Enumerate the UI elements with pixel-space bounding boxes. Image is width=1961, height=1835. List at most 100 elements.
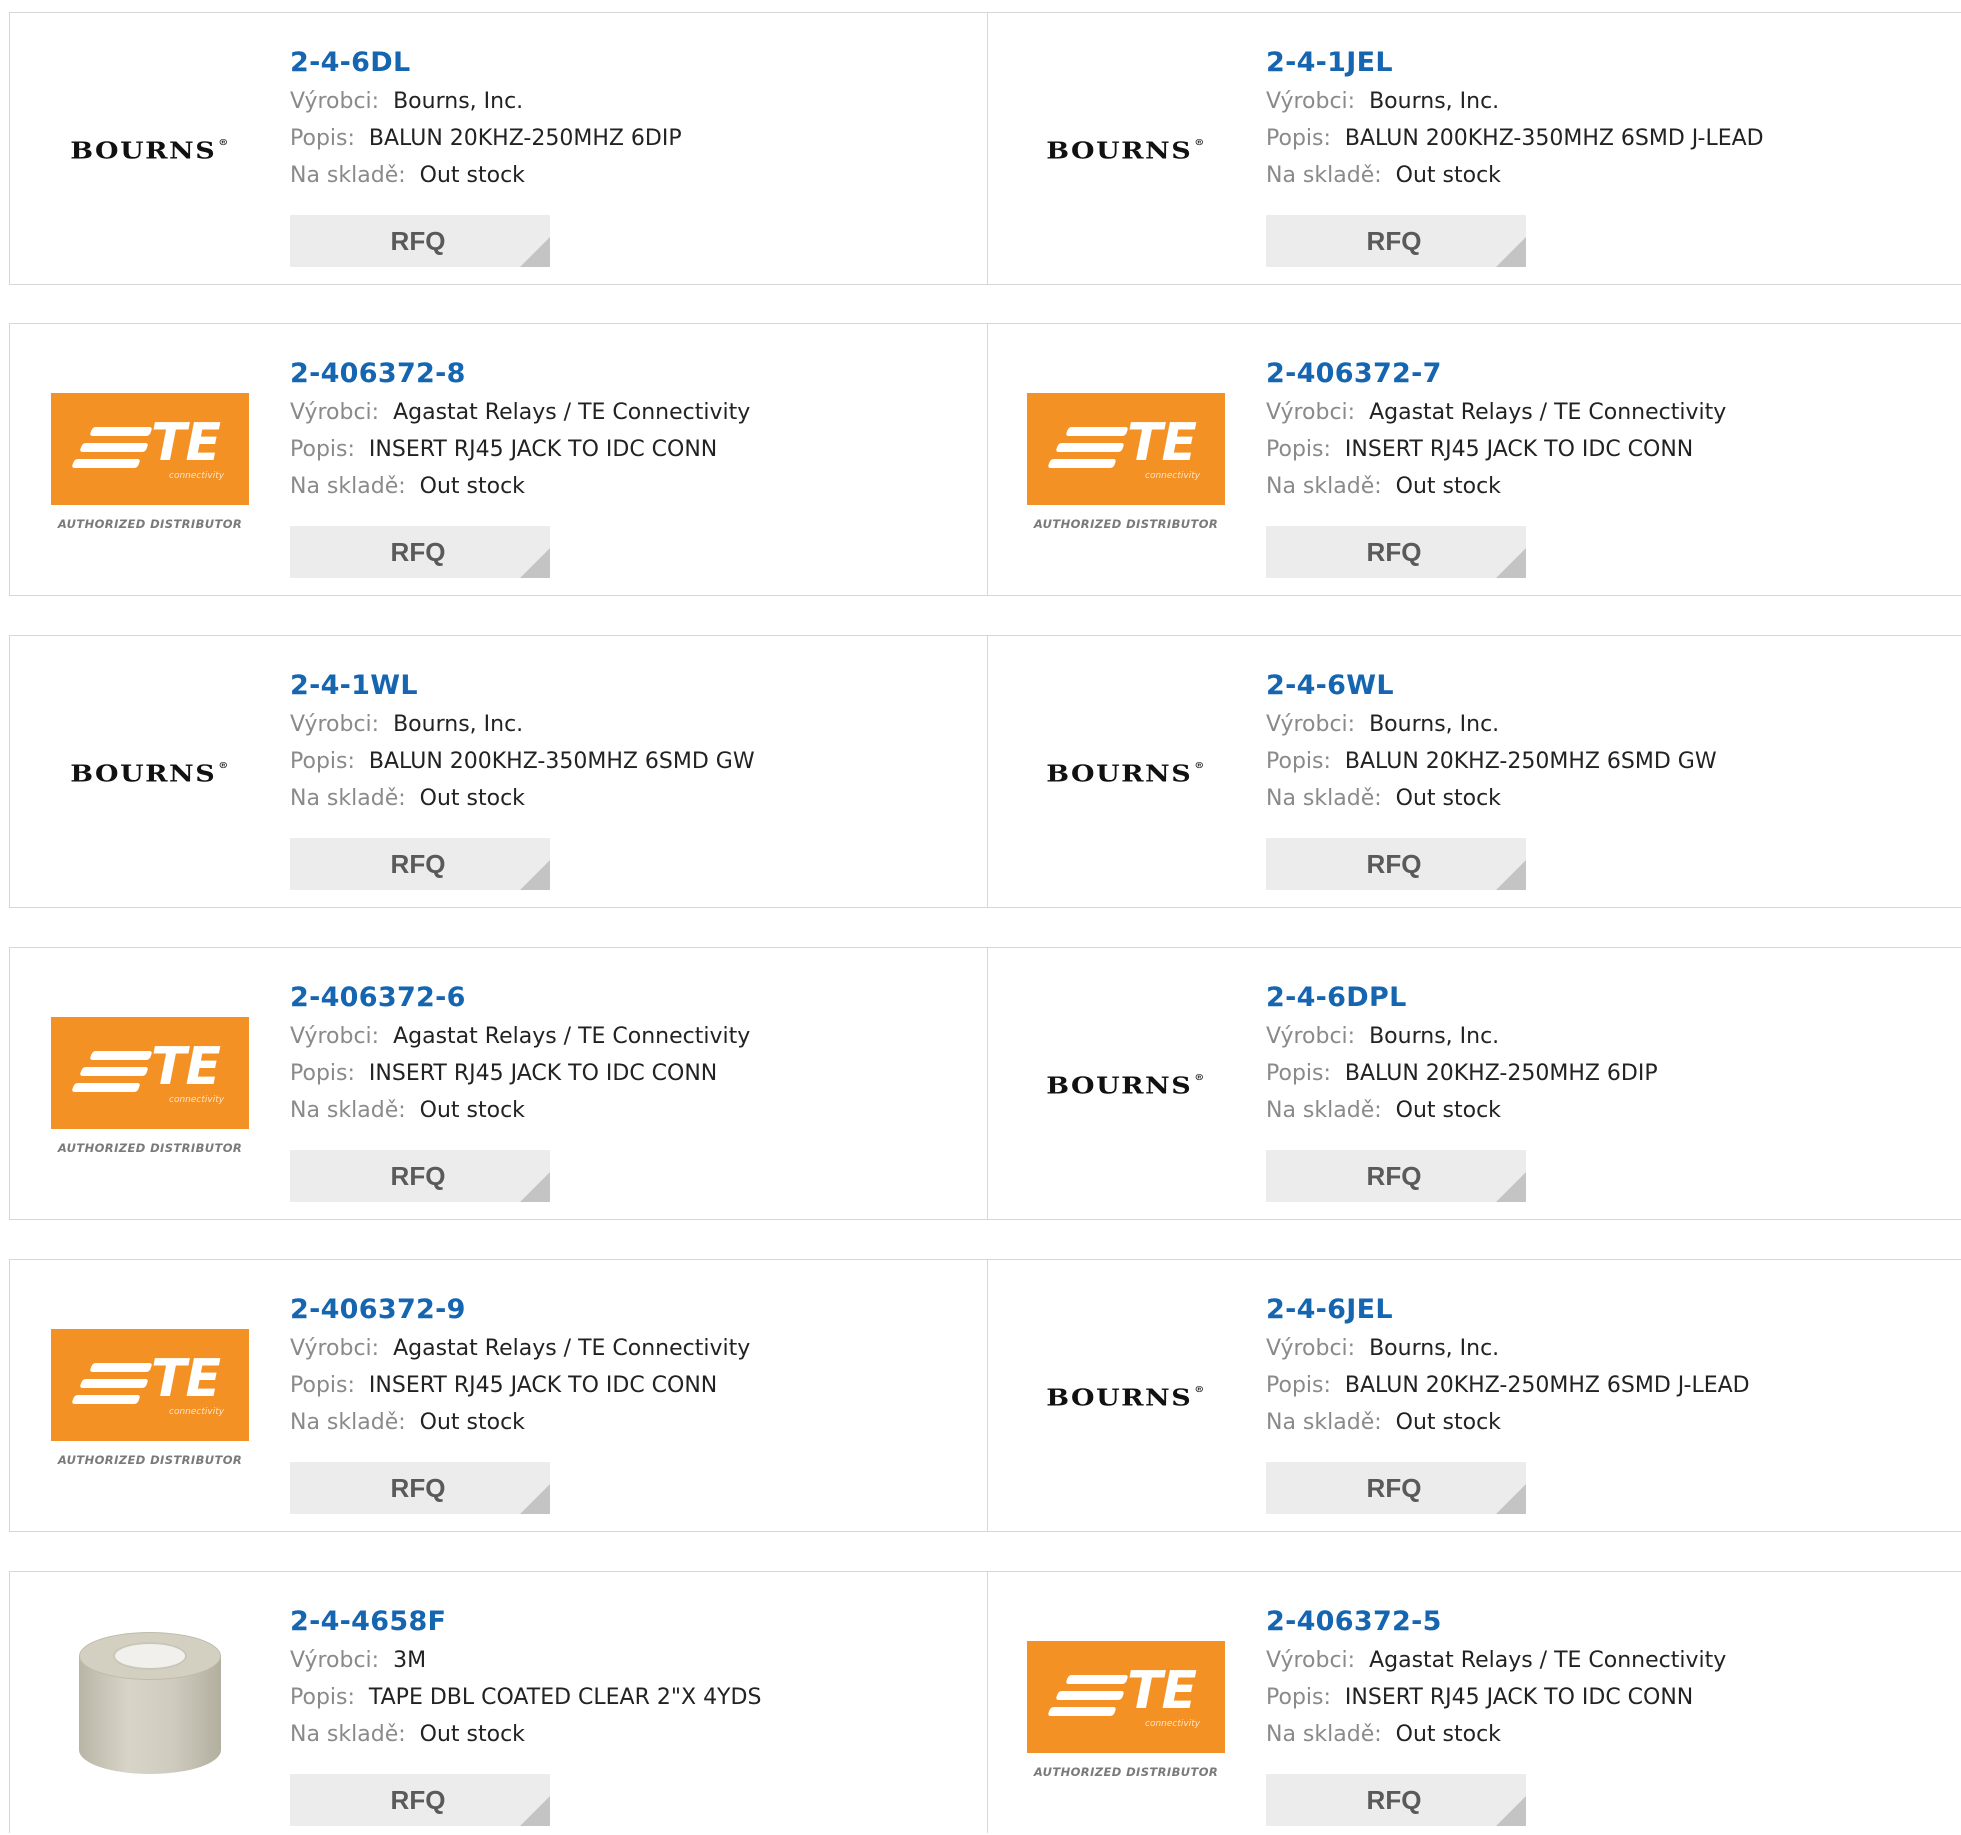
manufacturer-label: Výrobci: bbox=[1266, 1648, 1356, 1673]
part-number-link[interactable]: 2-406372-6 bbox=[290, 978, 750, 1018]
stock-row: Na skladě: Out stock bbox=[1266, 780, 1717, 817]
part-number-link[interactable]: 2-4-6DL bbox=[290, 43, 682, 83]
rfq-button[interactable]: RFQ bbox=[1266, 1150, 1526, 1202]
te-connectivity-logo: TE connectivity AUTHORIZED DISTRIBUTOR bbox=[51, 1017, 249, 1155]
manufacturer-row: Výrobci: Bourns, Inc. bbox=[290, 83, 682, 120]
product-info: 2-4-6JEL Výrobci: Bourns, Inc. Popis: BALU… bbox=[1266, 1290, 1750, 1441]
manufacturer-value: Bourns, Inc. bbox=[1369, 712, 1500, 737]
description-row: Popis: BALUN 200KHZ-350MHZ 6SMD J-LEAD bbox=[1266, 120, 1764, 157]
description-label: Popis: bbox=[290, 1685, 355, 1710]
part-number-link[interactable]: 2-4-6DPL bbox=[1266, 978, 1658, 1018]
product-row: BOURNS ® 2-4-6DL Výrobci: Bourns, Inc. Pop… bbox=[9, 12, 1961, 285]
manufacturer-label: Výrobci: bbox=[290, 400, 380, 425]
stock-value: Out stock bbox=[1395, 786, 1501, 811]
rfq-button[interactable]: RFQ bbox=[1266, 838, 1526, 890]
product-info: 2-406372-7 Výrobci: Agastat Relays / TE C… bbox=[1266, 354, 1726, 505]
rfq-button[interactable]: RFQ bbox=[290, 1774, 550, 1826]
part-number-link[interactable]: 2-406372-7 bbox=[1266, 354, 1726, 394]
stock-row: Na skladě: Out stock bbox=[1266, 1404, 1750, 1441]
description-value: BALUN 20KHZ-250MHZ 6SMD J-LEAD bbox=[1344, 1373, 1750, 1398]
manufacturer-label: Výrobci: bbox=[290, 89, 380, 114]
stock-row: Na skladě: Out stock bbox=[1266, 1092, 1658, 1129]
rfq-button[interactable]: RFQ bbox=[290, 838, 550, 890]
description-row: Popis: BALUN 20KHZ-250MHZ 6SMD J-LEAD bbox=[1266, 1367, 1750, 1404]
manufacturer-row: Výrobci: Bourns, Inc. bbox=[1266, 1330, 1750, 1367]
description-row: Popis: BALUN 20KHZ-250MHZ 6DIP bbox=[290, 120, 682, 157]
rfq-button[interactable]: RFQ bbox=[1266, 1462, 1526, 1514]
manufacturer-logo: BOURNS ® bbox=[50, 81, 250, 221]
manufacturer-row: Výrobci: Agastat Relays / TE Connectivity bbox=[290, 394, 750, 431]
manufacturer-label: Výrobci: bbox=[290, 1336, 380, 1361]
manufacturer-row: Výrobci: Agastat Relays / TE Connectivity bbox=[290, 1018, 750, 1055]
manufacturer-logo: BOURNS ® bbox=[1026, 1328, 1226, 1468]
description-value: TAPE DBL COATED CLEAR 2"X 4YDS bbox=[368, 1685, 762, 1710]
stock-value: Out stock bbox=[1395, 474, 1501, 499]
product-card: BOURNS ® 2-4-6WL Výrobci: Bourns, Inc. Pop… bbox=[988, 636, 1961, 907]
description-row: Popis: BALUN 20KHZ-250MHZ 6SMD GW bbox=[1266, 743, 1717, 780]
bourns-logo: BOURNS ® bbox=[70, 760, 230, 788]
part-number-link[interactable]: 2-4-6WL bbox=[1266, 666, 1717, 706]
manufacturer-label: Výrobci: bbox=[1266, 89, 1356, 114]
product-card: TE connectivity AUTHORIZED DISTRIBUTOR 2… bbox=[10, 948, 988, 1219]
description-value: BALUN 20KHZ-250MHZ 6DIP bbox=[368, 126, 682, 151]
stock-label: Na skladě: bbox=[290, 1722, 406, 1747]
stock-label: Na skladě: bbox=[1266, 163, 1382, 188]
rfq-button[interactable]: RFQ bbox=[290, 215, 550, 267]
part-number-link[interactable]: 2-406372-5 bbox=[1266, 1602, 1726, 1642]
part-number-link[interactable]: 2-4-6JEL bbox=[1266, 1290, 1750, 1330]
rfq-button[interactable]: RFQ bbox=[1266, 526, 1526, 578]
product-card: TE connectivity AUTHORIZED DISTRIBUTOR 2… bbox=[988, 324, 1961, 595]
manufacturer-value: Bourns, Inc. bbox=[393, 89, 524, 114]
manufacturer-label: Výrobci: bbox=[1266, 400, 1356, 425]
rfq-button[interactable]: RFQ bbox=[290, 526, 550, 578]
description-label: Popis: bbox=[290, 1373, 355, 1398]
stock-row: Na skladě: Out stock bbox=[290, 468, 750, 505]
stock-value: Out stock bbox=[1395, 163, 1501, 188]
part-number-link[interactable]: 2-4-1WL bbox=[290, 666, 755, 706]
product-grid: BOURNS ® 2-4-6DL Výrobci: Bourns, Inc. Pop… bbox=[0, 0, 1961, 1835]
stock-value: Out stock bbox=[419, 1722, 525, 1747]
rfq-button[interactable]: RFQ bbox=[1266, 215, 1526, 267]
te-connectivity-logo: TE connectivity AUTHORIZED DISTRIBUTOR bbox=[51, 1329, 249, 1467]
manufacturer-logo: BOURNS ® bbox=[50, 704, 250, 844]
product-info: 2-406372-8 Výrobci: Agastat Relays / TE C… bbox=[290, 354, 750, 505]
stock-row: Na skladě: Out stock bbox=[290, 1716, 761, 1753]
stock-value: Out stock bbox=[1395, 1098, 1501, 1123]
manufacturer-value: Agastat Relays / TE Connectivity bbox=[393, 1024, 751, 1049]
manufacturer-label: Výrobci: bbox=[290, 712, 380, 737]
stock-label: Na skladě: bbox=[1266, 474, 1382, 499]
product-info: 2-4-1WL Výrobci: Bourns, Inc. Popis: BALUN… bbox=[290, 666, 755, 817]
product-card: BOURNS ® 2-4-6JEL Výrobci: Bourns, Inc. Po… bbox=[988, 1260, 1961, 1531]
rfq-button[interactable]: RFQ bbox=[1266, 1774, 1526, 1826]
manufacturer-value: Agastat Relays / TE Connectivity bbox=[393, 400, 751, 425]
product-row: TE connectivity AUTHORIZED DISTRIBUTOR 2… bbox=[9, 947, 1961, 1220]
stock-value: Out stock bbox=[419, 1410, 525, 1435]
product-info: 2-4-6DL Výrobci: Bourns, Inc. Popis: BALUN… bbox=[290, 43, 682, 194]
part-number-link[interactable]: 2-406372-9 bbox=[290, 1290, 750, 1330]
part-number-link[interactable]: 2-4-1JEL bbox=[1266, 43, 1764, 83]
description-value: INSERT RJ45 JACK TO IDC CONN bbox=[368, 1373, 718, 1398]
rfq-button[interactable]: RFQ bbox=[290, 1150, 550, 1202]
manufacturer-row: Výrobci: Agastat Relays / TE Connectivity bbox=[1266, 1642, 1726, 1679]
part-number-link[interactable]: 2-406372-8 bbox=[290, 354, 750, 394]
stock-label: Na skladě: bbox=[1266, 786, 1382, 811]
manufacturer-logo: BOURNS ® bbox=[1026, 81, 1226, 221]
stock-row: Na skladě: Out stock bbox=[290, 1404, 750, 1441]
rfq-button[interactable]: RFQ bbox=[290, 1462, 550, 1514]
part-number-link[interactable]: 2-4-4658F bbox=[290, 1602, 761, 1642]
product-info: 2-4-6WL Výrobci: Bourns, Inc. Popis: BALUN… bbox=[1266, 666, 1717, 817]
manufacturer-value: Agastat Relays / TE Connectivity bbox=[393, 1336, 751, 1361]
manufacturer-row: Výrobci: 3M bbox=[290, 1642, 761, 1679]
product-info: 2-4-6DPL Výrobci: Bourns, Inc. Popis: BALU… bbox=[1266, 978, 1658, 1129]
description-label: Popis: bbox=[1266, 437, 1331, 462]
product-card: BOURNS ® 2-4-6DPL Výrobci: Bourns, Inc. Po… bbox=[988, 948, 1961, 1219]
product-row: 2-4-4658F Výrobci: 3M Popis: TAPE DBL COAT… bbox=[9, 1571, 1961, 1833]
manufacturer-logo: TE connectivity AUTHORIZED DISTRIBUTOR bbox=[50, 392, 250, 532]
stock-value: Out stock bbox=[1395, 1722, 1501, 1747]
stock-row: Na skladě: Out stock bbox=[1266, 468, 1726, 505]
description-value: BALUN 20KHZ-250MHZ 6SMD GW bbox=[1344, 749, 1717, 774]
product-row: TE connectivity AUTHORIZED DISTRIBUTOR 2… bbox=[9, 323, 1961, 596]
manufacturer-logo: BOURNS ® bbox=[1026, 704, 1226, 844]
description-value: INSERT RJ45 JACK TO IDC CONN bbox=[1344, 437, 1694, 462]
description-value: INSERT RJ45 JACK TO IDC CONN bbox=[368, 437, 718, 462]
